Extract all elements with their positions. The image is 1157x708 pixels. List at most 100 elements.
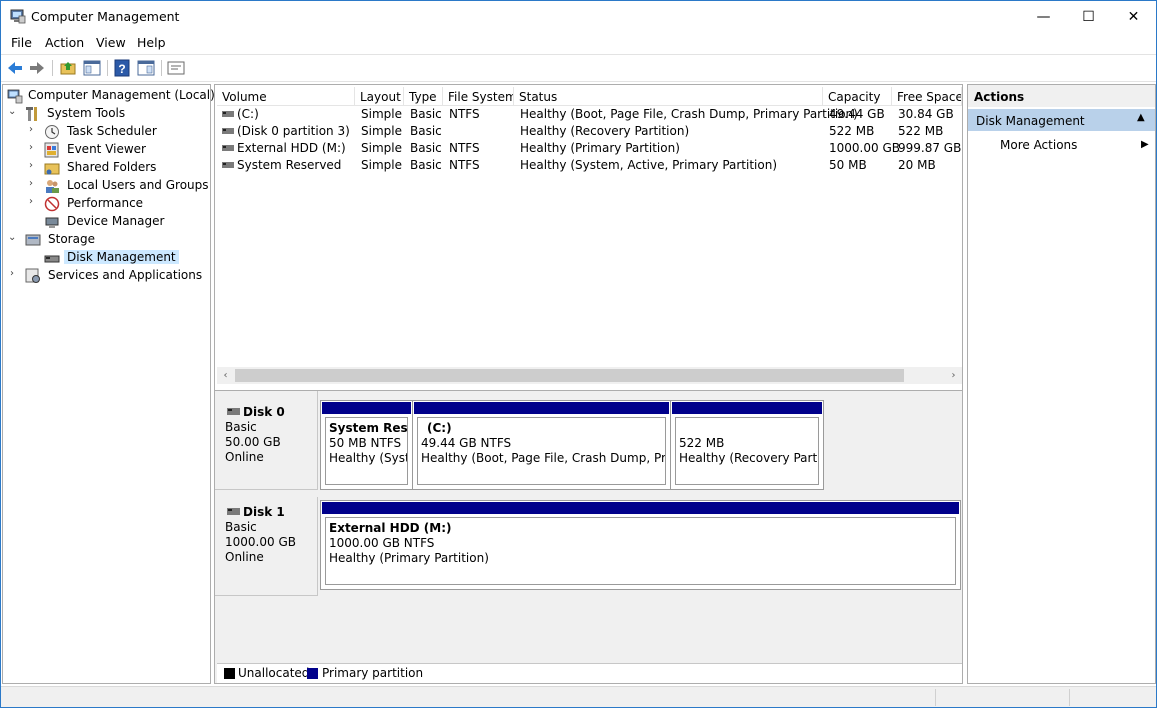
computer-management-icon	[10, 9, 26, 24]
cell-file-system: NTFS	[449, 107, 480, 121]
partition-name: (C:)	[427, 421, 452, 435]
shared-folders-icon	[44, 163, 60, 175]
partition-status: Healthy (Recovery Partitic	[679, 451, 818, 465]
cell-type: Basic	[410, 141, 442, 155]
partition-c[interactable]: (C:) 49.44 GB NTFS Healthy (Boot, Page F…	[413, 401, 671, 489]
legend: Unallocated Primary partition	[217, 663, 962, 683]
menu-view[interactable]: View	[96, 35, 126, 50]
performance-icon	[44, 196, 60, 212]
clock-icon	[45, 125, 59, 139]
toolbar-separator	[52, 60, 53, 76]
disk-0-partitions: System Reser 50 MB NTFS Healthy (Syster …	[320, 400, 824, 490]
partition-header	[672, 402, 822, 414]
disk-1-label[interactable]: Disk 1 Basic 1000.00 GB Online	[215, 497, 318, 596]
cell-capacity: 50 MB	[829, 158, 867, 172]
scrollbar-thumb[interactable]	[235, 369, 904, 382]
show-hide-tree-icon[interactable]	[83, 59, 101, 77]
scroll-left-icon[interactable]: ‹	[217, 367, 234, 384]
partition-external-hdd[interactable]: External HDD (M:) 1000.00 GB NTFS Health…	[321, 501, 960, 589]
collapse-up-icon[interactable]: ▲	[1137, 112, 1145, 123]
back-arrow-icon[interactable]	[6, 59, 24, 77]
more-actions[interactable]: More Actions	[1000, 138, 1077, 152]
column-header-free-space[interactable]: Free Space	[892, 87, 962, 106]
up-folder-icon[interactable]	[59, 59, 77, 77]
partition-size: 50 MB NTFS	[329, 436, 402, 450]
scroll-right-icon[interactable]: ›	[945, 367, 962, 384]
column-header-capacity[interactable]: Capacity	[823, 87, 892, 106]
help-icon[interactable]: ?	[113, 59, 131, 77]
chevron-down-icon[interactable]: ⌄	[8, 232, 18, 243]
toolbar: ?	[1, 54, 1156, 82]
cell-free-space: 30.84 GB	[898, 107, 954, 121]
partition-name: External HDD (M:)	[329, 521, 452, 535]
window-title: Computer Management	[31, 9, 180, 24]
forward-arrow-icon[interactable]	[28, 59, 46, 77]
storage-icon	[25, 234, 41, 246]
status-separator	[935, 689, 936, 706]
chevron-right-icon[interactable]: ›	[29, 142, 39, 153]
partition-size: 49.44 GB NTFS	[421, 436, 512, 450]
cell-status: Healthy (System, Active, Primary Partiti…	[520, 158, 778, 172]
chevron-right-icon[interactable]: ›	[29, 196, 39, 207]
column-header-file-system[interactable]: File System	[443, 87, 514, 106]
actions-section-disk-management[interactable]: Disk Management ▲	[968, 109, 1155, 131]
cell-file-system: NTFS	[449, 158, 480, 172]
tree-item-label: System Tools	[47, 106, 126, 120]
cell-type: Basic	[410, 158, 442, 172]
menu-file[interactable]: File	[11, 35, 32, 50]
column-header-volume[interactable]: Volume	[217, 87, 355, 106]
show-action-pane-icon[interactable]	[137, 59, 155, 77]
disk-icon	[44, 255, 60, 263]
partition-header	[322, 402, 411, 414]
menu-bar: File Action View Help	[1, 32, 1156, 53]
menu-help[interactable]: Help	[137, 35, 166, 50]
disk-icon	[227, 508, 240, 515]
disk-icon	[227, 408, 240, 415]
partition-recovery[interactable]: 522 MB Healthy (Recovery Partitic	[671, 401, 823, 489]
cell-type: Basic	[410, 107, 442, 121]
column-header-layout[interactable]: Layout	[355, 87, 404, 106]
tree-item-label: Task Scheduler	[67, 124, 157, 138]
chevron-right-icon[interactable]: ›	[29, 124, 39, 135]
cell-volume: (Disk 0 partition 3)	[237, 124, 350, 138]
column-header-status[interactable]: Status	[514, 87, 823, 106]
tree-item-label: Performance	[67, 196, 144, 210]
cell-free-space: 20 MB	[898, 158, 936, 172]
cell-free-space: 999.87 GB	[898, 141, 962, 155]
menu-action[interactable]: Action	[45, 35, 84, 50]
minimize-button[interactable]: —	[1021, 1, 1066, 32]
maximize-button[interactable]: ☐	[1066, 1, 1111, 32]
status-separator	[1069, 689, 1070, 706]
horizontal-scrollbar[interactable]: ‹ ›	[217, 367, 962, 384]
chevron-right-icon[interactable]: ›	[10, 268, 20, 279]
tree-item-label: Shared Folders	[67, 160, 157, 174]
table-row[interactable]: System Reserved Simple Basic NTFS Health…	[217, 157, 962, 174]
disk-size: 1000.00 GB	[225, 535, 296, 549]
actions-title: Actions	[968, 85, 1155, 107]
partition-system-reserved[interactable]: System Reser 50 MB NTFS Healthy (Syster	[321, 401, 413, 489]
cell-layout: Simple	[361, 107, 402, 121]
unallocated-swatch	[224, 668, 235, 679]
actions-pane: Actions Disk Management ▲ More Actions ▶	[967, 84, 1156, 684]
table-row[interactable]: External HDD (M:) Simple Basic NTFS Heal…	[217, 140, 962, 157]
computer-management-icon	[7, 89, 23, 104]
cell-file-system: NTFS	[449, 141, 480, 155]
chevron-right-icon[interactable]: ›	[29, 160, 39, 171]
properties-icon[interactable]	[167, 59, 185, 77]
primary-partition-swatch	[307, 668, 318, 679]
table-row[interactable]: (C:) Simple Basic NTFS Healthy (Boot, Pa…	[217, 106, 962, 123]
close-button[interactable]: ✕	[1111, 1, 1156, 32]
volume-list-header: Volume Layout Type File System Status Ca…	[217, 87, 962, 106]
partition-body: (C:) 49.44 GB NTFS Healthy (Boot, Page F…	[417, 417, 666, 485]
table-row[interactable]: (Disk 0 partition 3) Simple Basic Health…	[217, 123, 962, 140]
column-header-type[interactable]: Type	[404, 87, 443, 106]
cell-free-space: 522 MB	[898, 124, 944, 138]
legend-primary-partition: Primary partition	[322, 666, 424, 680]
disk-0-label[interactable]: Disk 0 Basic 50.00 GB Online	[215, 391, 318, 490]
computer-management-window: Computer Management — ☐ ✕ File Action Vi…	[0, 0, 1157, 708]
chevron-down-icon[interactable]: ⌄	[8, 106, 18, 117]
tree-item-label: Services and Applications	[48, 268, 203, 282]
chevron-right-icon[interactable]: ›	[29, 178, 39, 189]
services-icon	[25, 268, 40, 283]
tools-icon	[26, 107, 37, 121]
